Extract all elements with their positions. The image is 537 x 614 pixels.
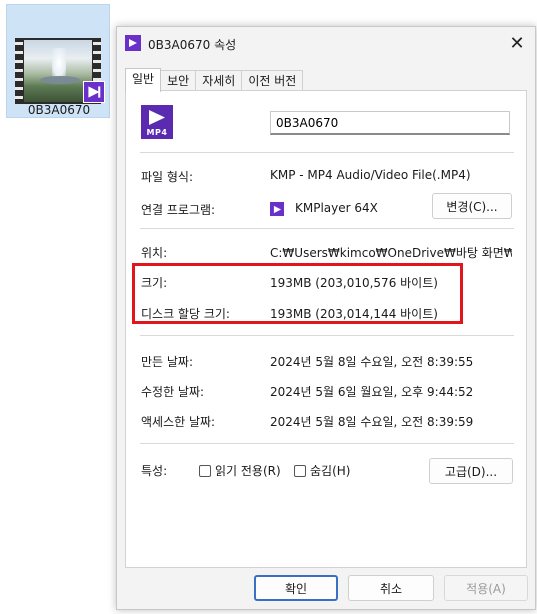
opens-with-label: 연결 프로그램: — [141, 203, 216, 217]
divider — [140, 152, 514, 153]
close-button[interactable]: ✕ — [505, 31, 529, 55]
location-label: 위치: — [141, 246, 168, 260]
tab-bar: 일반 보안 자세히 이전 버전 — [125, 68, 304, 92]
tab-previous-versions[interactable]: 이전 버전 — [241, 70, 304, 92]
pool-image — [40, 76, 80, 84]
film-strip-left — [15, 38, 23, 104]
fountain-image — [52, 48, 66, 78]
mp4-icon-text: MP4 — [146, 128, 168, 137]
apply-button[interactable]: 적용(A) — [444, 575, 528, 601]
dialog-titlebar[interactable]: 0B3A0670 속성 ✕ — [117, 27, 535, 59]
created-value: 2024년 5월 8일 수요일, 오전 8:39:55 — [270, 355, 474, 369]
opens-with-value: KMPlayer 64X — [295, 201, 378, 215]
mp4-file-icon: MP4 — [141, 105, 173, 139]
kmplayer-app-icon — [270, 202, 284, 216]
size-highlight-box — [132, 263, 463, 324]
tab-details[interactable]: 자세히 — [195, 70, 243, 92]
tab-security[interactable]: 보안 — [160, 70, 197, 92]
divider — [140, 228, 514, 229]
kmplayer-title-icon — [125, 35, 141, 51]
readonly-label: 읽기 전용(R) — [215, 464, 281, 478]
created-label: 만든 날짜: — [141, 355, 194, 369]
tab-general[interactable]: 일반 — [125, 68, 162, 92]
ok-button[interactable]: 확인 — [254, 575, 338, 601]
location-value: C:₩Users₩kimco₩OneDrive₩바탕 화면₩태화 — [270, 246, 512, 260]
file-type-value: KMP - MP4 Audio/Video File(.MP4) — [270, 168, 471, 182]
checkbox-box[interactable] — [294, 464, 306, 477]
modified-label: 수정한 날짜: — [141, 385, 205, 399]
accessed-value: 2024년 5월 8일 수요일, 오전 8:39:59 — [270, 415, 474, 429]
general-panel: MP4 파일 형식: KMP - MP4 Audio/Video File(.M… — [125, 90, 527, 568]
modified-value: 2024년 5월 6일 월요일, 오후 9:44:52 — [270, 385, 474, 399]
accessed-label: 액세스한 날짜: — [141, 415, 216, 429]
dialog-title: 0B3A0670 속성 — [148, 38, 237, 52]
advanced-button[interactable]: 고급(D)... — [429, 458, 513, 484]
hidden-label: 숨김(H) — [310, 464, 351, 478]
file-type-label: 파일 형식: — [141, 170, 194, 184]
thumbnail-scene — [24, 40, 92, 102]
change-button[interactable]: 변경(C)... — [432, 193, 512, 219]
desktop-file-label: 0B3A0670 — [27, 103, 91, 117]
attributes-label: 특성: — [141, 464, 168, 478]
hidden-checkbox[interactable]: 숨김(H) — [294, 462, 350, 479]
cancel-button[interactable]: 취소 — [348, 575, 434, 601]
kmplayer-badge-icon — [83, 81, 105, 103]
checkbox-box[interactable] — [199, 464, 211, 477]
file-name-input[interactable] — [270, 111, 510, 135]
readonly-checkbox[interactable]: 읽기 전용(R) — [199, 462, 281, 479]
divider — [140, 335, 514, 336]
desktop-file-item[interactable]: 0B3A0670 — [6, 4, 110, 118]
divider — [140, 443, 514, 444]
